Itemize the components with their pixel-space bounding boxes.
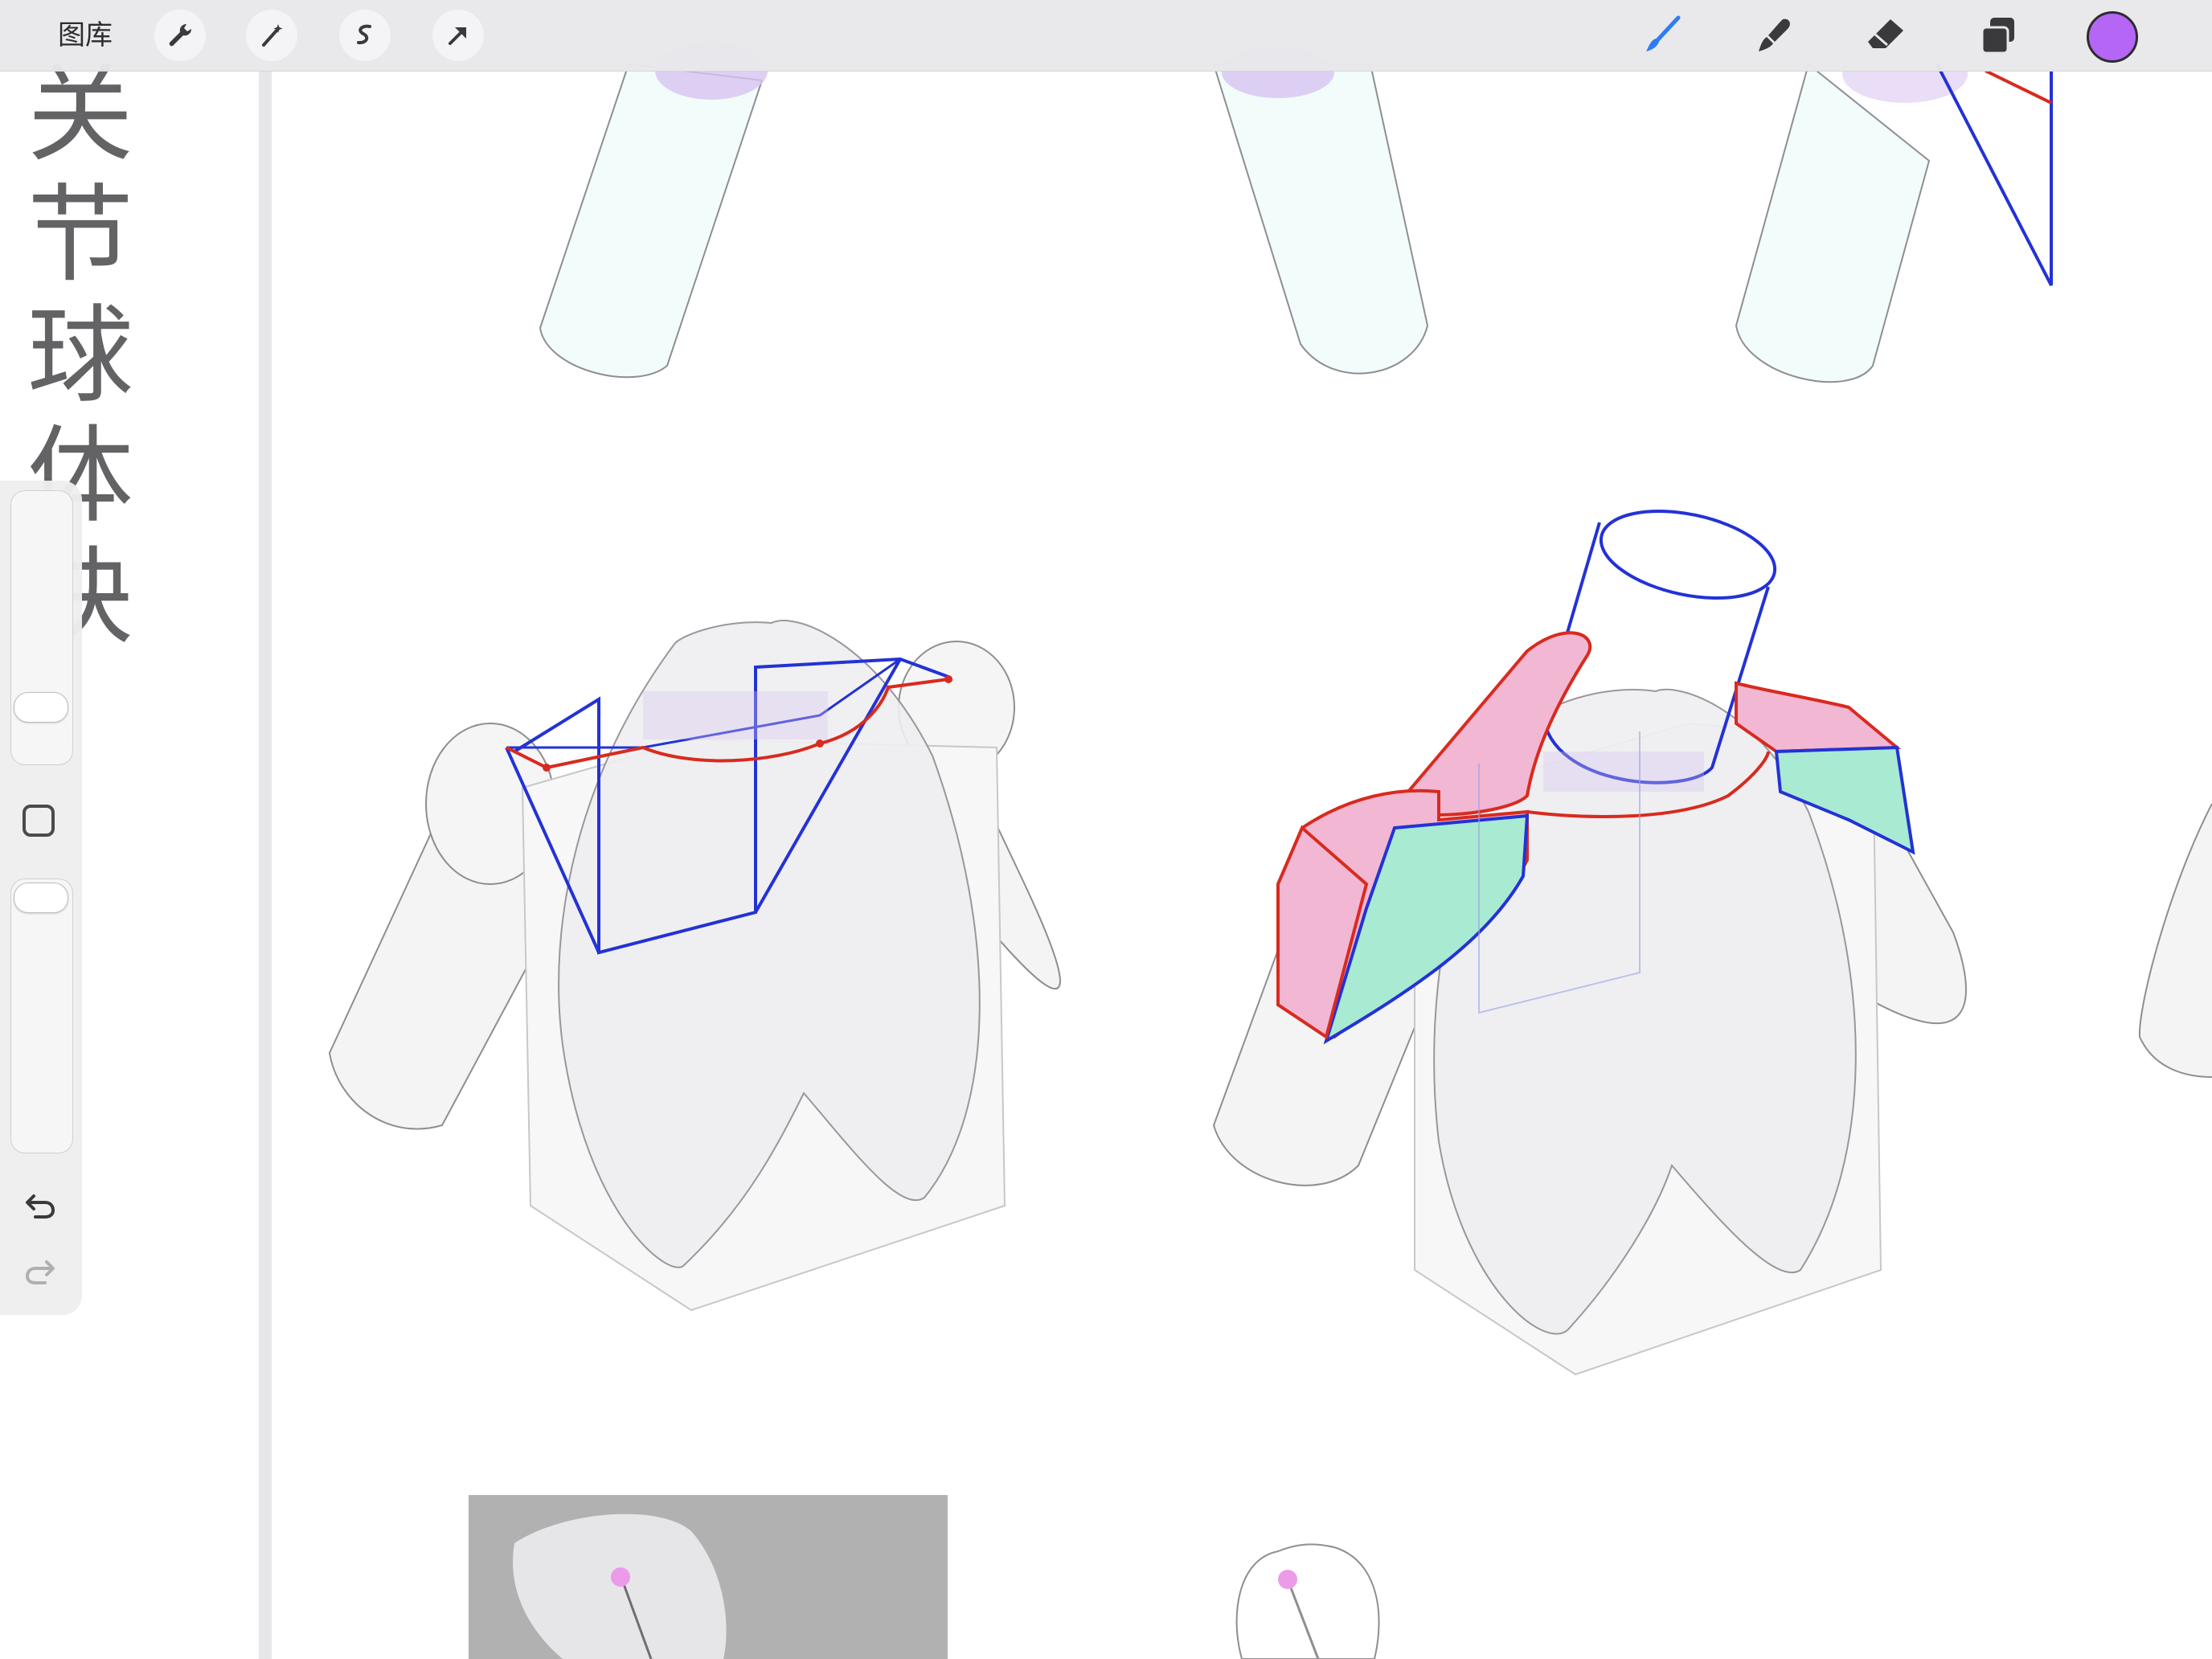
brush-size-thumb[interactable] (14, 692, 68, 723)
actions-button[interactable] (154, 10, 206, 61)
brush-size-slider[interactable] (10, 490, 73, 765)
drawing-canvas[interactable] (0, 0, 2212, 1659)
smudge-button[interactable] (1746, 8, 1800, 63)
transform-arrow-icon (449, 27, 466, 45)
brush-button[interactable] (1635, 8, 1690, 63)
opacity-slider[interactable] (10, 879, 73, 1153)
reference-photo (469, 1495, 948, 1659)
magic-wand-icon (262, 24, 283, 47)
selection-icon (357, 24, 371, 45)
transform-button[interactable] (432, 10, 484, 61)
eraser-icon (1868, 19, 1903, 48)
adjustments-button[interactable] (246, 10, 297, 61)
smudge-icon (1759, 18, 1790, 51)
redo-icon (25, 1260, 55, 1284)
undo-icon (26, 1194, 55, 1219)
modify-button[interactable] (23, 805, 55, 837)
undo-button[interactable] (18, 1183, 63, 1228)
left-torso-sketch (328, 620, 1061, 1312)
brush-icon (1646, 15, 1681, 51)
layers-button[interactable] (1971, 8, 2026, 63)
right-torso-sketch (1212, 510, 1967, 1376)
top-toolbar: 图库 (0, 0, 2212, 72)
top-cylinders (539, 42, 2053, 383)
procreate-app: 关 节 球 体 块 图库 (0, 0, 2212, 1659)
eraser-button[interactable] (1858, 8, 1913, 63)
redo-button[interactable] (18, 1249, 63, 1294)
ball-joint-sketch (1235, 1543, 1380, 1659)
canvas-divider-bar (259, 71, 272, 1659)
selection-button[interactable] (339, 10, 391, 61)
layers-icon (1981, 18, 2014, 55)
wrench-icon (169, 23, 192, 47)
left-sidebar (0, 481, 82, 1315)
color-picker-button[interactable] (2087, 11, 2138, 63)
opacity-thumb[interactable] (14, 883, 68, 913)
gallery-button[interactable]: 图库 (58, 14, 113, 56)
partial-figure-edge (2138, 803, 2212, 1078)
